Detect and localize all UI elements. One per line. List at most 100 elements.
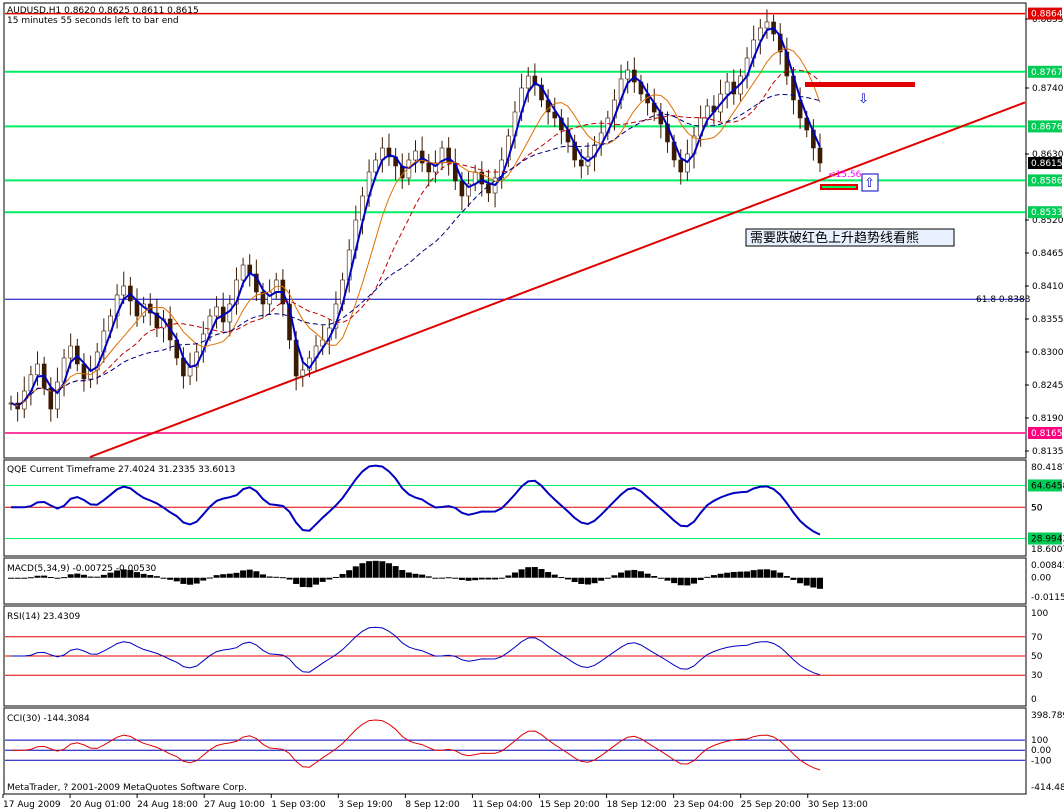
- time-tick-label-1: 20 Aug 01:00: [70, 800, 131, 810]
- macd-bar: [14, 577, 21, 579]
- macd-bar: [538, 569, 545, 578]
- macd-bar: [167, 577, 174, 580]
- macd-bar: [644, 573, 651, 578]
- macd-bar: [518, 569, 525, 578]
- macd-bar: [366, 561, 373, 578]
- price-tag-label-2: 0.8676: [1031, 122, 1063, 132]
- macd-bar: [744, 571, 751, 578]
- macd-bar: [392, 566, 399, 578]
- up-arrow-icon[interactable]: ⇧: [864, 176, 875, 191]
- price-tag-label-3: 0.8615: [1031, 159, 1063, 169]
- macd-bar: [724, 572, 731, 578]
- macd-bar: [551, 574, 558, 578]
- cci-panel[interactable]: [3, 707, 1027, 795]
- macd-tick-1: 0.00: [1031, 574, 1051, 584]
- macd-bar: [671, 577, 678, 584]
- macd-bar: [74, 573, 81, 578]
- timer-line: 15 minutes 55 seconds left to bar end: [7, 16, 179, 26]
- price-tick-label-4: 0.8465: [1032, 249, 1064, 259]
- macd-bar: [425, 576, 432, 578]
- rsi-level-label-0: 70: [1031, 633, 1043, 643]
- macd-bar: [817, 577, 823, 589]
- macd-bar: [757, 569, 764, 578]
- macd-bar: [107, 572, 114, 578]
- macd-bar: [313, 577, 320, 585]
- macd-bar: [379, 561, 386, 578]
- macd-bar: [624, 570, 631, 578]
- candle-up: [187, 366, 193, 377]
- macd-bar: [306, 577, 313, 588]
- candle-up: [300, 369, 306, 377]
- macd-bar: [578, 577, 585, 584]
- price-axis: 0.88550.87400.86300.85200.84650.84100.83…: [1025, 15, 1064, 457]
- price-tag-label-6: 0.8165: [1031, 429, 1063, 439]
- macd-bar: [372, 560, 379, 578]
- macd-bar: [498, 577, 505, 579]
- macd-bar: [180, 577, 187, 584]
- candle-up: [240, 264, 246, 281]
- macd-bar: [346, 570, 353, 578]
- cci-level-label-1: 0.00: [1031, 746, 1051, 756]
- candle-down: [578, 159, 584, 167]
- macd-bar: [598, 577, 605, 581]
- macd-bar: [8, 577, 14, 579]
- macd-bar: [472, 577, 479, 581]
- macd-bar: [584, 577, 591, 585]
- macd-bar: [591, 577, 598, 584]
- macd-bar: [293, 577, 300, 584]
- macd-bar: [206, 577, 213, 579]
- macd-bar: [618, 572, 625, 578]
- macd-bar: [352, 566, 359, 578]
- qqe-tick-2: 18.6007: [1031, 545, 1064, 555]
- macd-bar: [684, 577, 691, 586]
- macd-tick-0: 0.00843: [1031, 561, 1064, 571]
- macd-bar: [147, 575, 154, 578]
- macd-bar: [783, 576, 790, 578]
- candle-up: [764, 21, 770, 29]
- macd-bar: [127, 570, 134, 578]
- macd-bar: [525, 567, 532, 578]
- macd-bar: [114, 570, 121, 578]
- candle-up: [35, 363, 40, 376]
- price-tick-label-8: 0.8245: [1032, 381, 1064, 391]
- marker-label: <15.56: [828, 170, 862, 180]
- time-tick-label-8: 15 Sep 20:00: [539, 800, 599, 810]
- macd-bar: [419, 574, 426, 578]
- macd-panel[interactable]: [3, 557, 1027, 605]
- cci-tick-1: -414.485: [1031, 783, 1064, 793]
- macd-bar: [47, 577, 54, 579]
- qqe-tick-1: 50: [1031, 503, 1043, 513]
- candle-up: [413, 150, 418, 161]
- buy-zone-inner: [822, 186, 856, 188]
- qqe-level-label-2: 28.9942: [1031, 535, 1064, 545]
- macd-bar: [803, 577, 810, 586]
- candle-down: [426, 162, 432, 173]
- candle-up: [704, 105, 710, 119]
- macd-bar: [531, 567, 538, 578]
- macd-bar: [432, 577, 439, 579]
- macd-bar: [319, 577, 326, 582]
- macd-bar: [565, 577, 572, 580]
- macd-bar: [193, 577, 200, 584]
- macd-bar: [253, 571, 260, 578]
- macd-bar: [763, 569, 770, 578]
- trading-chart[interactable]: 0.88550.87400.86300.85200.84650.84100.83…: [0, 0, 1064, 812]
- macd-bar: [246, 569, 253, 578]
- macd-bar: [412, 573, 419, 578]
- macd-bar: [704, 576, 711, 578]
- indicator-axes: 64.6458 50 28.9942 80.4187 50 18.6007 0.00843 0…: [1028, 463, 1064, 793]
- candle-down: [459, 180, 465, 197]
- candle-up: [525, 75, 531, 89]
- macd-bar: [631, 569, 638, 578]
- macd-bar: [339, 573, 346, 578]
- macd-bar: [153, 576, 160, 578]
- macd-bar: [511, 572, 518, 578]
- qqe-label: QQE Current Timeframe 27.4024 31.2335 33…: [7, 465, 235, 475]
- macd-bar: [200, 577, 207, 581]
- candle-down: [817, 147, 823, 164]
- macd-bar: [240, 570, 247, 578]
- time-tick-label-12: 30 Sep 13:00: [808, 800, 868, 810]
- down-arrow-icon[interactable]: ⇩: [858, 92, 869, 107]
- time-tick-label-5: 3 Sep 19:00: [338, 800, 393, 810]
- macd-bar: [41, 575, 48, 578]
